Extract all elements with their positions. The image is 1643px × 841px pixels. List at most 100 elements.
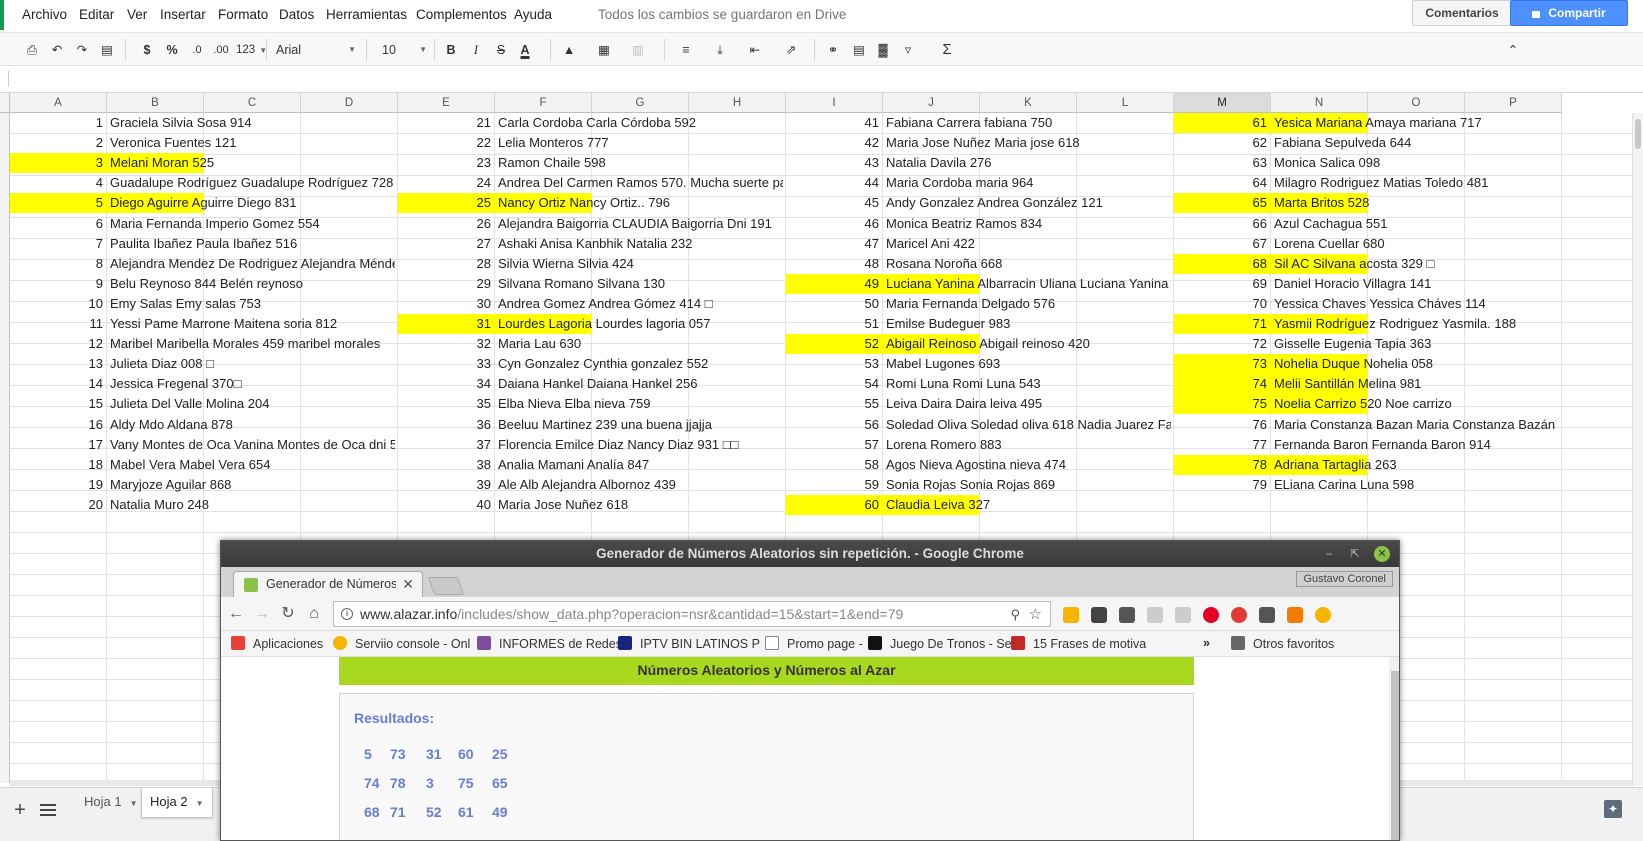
name-cell[interactable]: Yessica Chaves Yessica Cháves 114 bbox=[1274, 294, 1559, 314]
row-number-cell[interactable]: 73 bbox=[1174, 354, 1267, 374]
menu-insertar[interactable]: Insertar bbox=[160, 7, 206, 22]
row-number-cell[interactable]: 79 bbox=[1174, 475, 1267, 495]
row-number-cell[interactable]: 29 bbox=[398, 274, 491, 294]
name-cell[interactable]: Guadalupe Rodríguez Guadalupe Rodríguez … bbox=[110, 173, 395, 193]
column-header-k[interactable]: K bbox=[980, 93, 1077, 113]
forward-icon[interactable]: → bbox=[253, 605, 271, 623]
row-number-cell[interactable]: 34 bbox=[398, 374, 491, 394]
column-header-g[interactable]: G bbox=[592, 93, 689, 113]
row-number-cell[interactable]: 59 bbox=[786, 475, 879, 495]
more-formats-dropdown[interactable]: 123 ▼ bbox=[236, 39, 267, 61]
name-cell[interactable]: Ramon Chaile 598 bbox=[498, 153, 783, 173]
name-cell[interactable]: Julieta Del Valle Molina 204 bbox=[110, 394, 395, 414]
name-cell[interactable]: Analia Mamani Analía 847 bbox=[498, 455, 783, 475]
name-cell[interactable]: Daniel Horacio Villagra 141 bbox=[1274, 274, 1559, 294]
name-cell[interactable]: Carla Cordoba Carla Córdoba 592 bbox=[498, 113, 783, 133]
download-icon[interactable] bbox=[1259, 607, 1275, 623]
row-number-cell[interactable]: 66 bbox=[1174, 214, 1267, 234]
redo-icon[interactable]: ↷ bbox=[71, 39, 93, 61]
insert-link-icon[interactable]: ⚭ bbox=[822, 39, 844, 61]
text-wrapping-icon[interactable]: ⇤ bbox=[744, 39, 766, 61]
vertical-scrollbar[interactable] bbox=[1632, 113, 1643, 786]
row-number-cell[interactable]: 45 bbox=[786, 193, 879, 213]
name-cell[interactable]: Romi Luna Romi Luna 543 bbox=[886, 374, 1171, 394]
currency-format-button[interactable]: $ bbox=[136, 39, 158, 61]
name-cell[interactable]: Abigail Reinoso Abigail reinoso 420 bbox=[886, 334, 1171, 354]
name-cell[interactable]: Maryjoze Aguilar 868 bbox=[110, 475, 395, 495]
decrease-decimals-button[interactable]: .0 bbox=[186, 39, 208, 61]
row-number-cell[interactable]: 15 bbox=[10, 394, 103, 414]
column-header-c[interactable]: C bbox=[204, 93, 301, 113]
row-number-cell[interactable]: 52 bbox=[786, 334, 879, 354]
name-cell[interactable]: Maribel Maribella Morales 459 maribel mo… bbox=[110, 334, 395, 354]
row-number-cell[interactable]: 33 bbox=[398, 354, 491, 374]
merge-cells-icon[interactable]: ▥ bbox=[627, 39, 649, 61]
insert-comment-icon[interactable]: ▤ bbox=[848, 39, 870, 61]
row-number-cell[interactable]: 75 bbox=[1174, 394, 1267, 414]
row-number-cell[interactable]: 19 bbox=[10, 475, 103, 495]
name-cell[interactable]: Melani Moran 525 bbox=[110, 153, 395, 173]
row-number-cell[interactable]: 58 bbox=[786, 455, 879, 475]
row-number-cell[interactable]: 21 bbox=[398, 113, 491, 133]
menu-herramientas[interactable]: Herramientas bbox=[326, 7, 407, 22]
minimize-icon[interactable]: – bbox=[1321, 546, 1337, 562]
name-cell[interactable]: Lorena Cuellar 680 bbox=[1274, 234, 1559, 254]
name-cell[interactable]: Yesica Mariana Amaya mariana 717 bbox=[1274, 113, 1559, 133]
window-titlebar[interactable]: Generador de Números Aleatorios sin repe… bbox=[221, 541, 1399, 567]
row-number-cell[interactable]: 69 bbox=[1174, 274, 1267, 294]
fill-color-icon[interactable]: ▲ bbox=[558, 39, 580, 61]
settings-extension-icon[interactable] bbox=[1091, 607, 1107, 623]
name-cell[interactable]: Yasmii Rodríguez Rodriguez Yasmila. 188 bbox=[1274, 314, 1559, 334]
name-cell[interactable]: Melii Santillán Melina 981 bbox=[1274, 374, 1559, 394]
name-cell[interactable]: Monica Beatriz Ramos 834 bbox=[886, 214, 1171, 234]
row-number-cell[interactable]: 63 bbox=[1174, 153, 1267, 173]
row-number-cell[interactable]: 3 bbox=[10, 153, 103, 173]
row-number-cell[interactable]: 70 bbox=[1174, 294, 1267, 314]
collapse-toolbar-icon[interactable]: ⌃ bbox=[1502, 39, 1524, 61]
maximize-icon[interactable]: ⇱ bbox=[1347, 546, 1363, 562]
menu-formato[interactable]: Formato bbox=[218, 7, 268, 22]
profile-button[interactable]: Gustavo Coronel bbox=[1296, 571, 1393, 587]
explore-icon[interactable]: ✦ bbox=[1604, 800, 1622, 818]
row-number-cell[interactable]: 24 bbox=[398, 173, 491, 193]
borders-icon[interactable]: ▦ bbox=[593, 39, 615, 61]
comments-button[interactable]: Comentarios bbox=[1412, 0, 1512, 26]
name-cell[interactable]: Mabel Lugones 693 bbox=[886, 354, 1171, 374]
row-number-cell[interactable]: 42 bbox=[786, 133, 879, 153]
share-button[interactable]: Compartir bbox=[1510, 0, 1628, 26]
extension-icon-1[interactable] bbox=[1063, 607, 1079, 623]
row-number-cell[interactable]: 54 bbox=[786, 374, 879, 394]
name-cell[interactable]: Sil AC Silvana acosta 329 □ bbox=[1274, 254, 1559, 274]
row-number-cell[interactable]: 25 bbox=[398, 193, 491, 213]
name-cell[interactable]: Maria Jose Nuñez 618 bbox=[498, 495, 783, 515]
name-cell[interactable]: Milagro Rodriguez Matias Toledo 481 bbox=[1274, 173, 1559, 193]
other-bookmarks-folder[interactable]: Otros favoritos bbox=[1231, 636, 1334, 651]
back-icon[interactable]: ← bbox=[227, 605, 245, 623]
row-number-cell[interactable]: 43 bbox=[786, 153, 879, 173]
alert-icon[interactable] bbox=[1315, 607, 1331, 623]
new-tab-button[interactable] bbox=[427, 577, 465, 595]
name-cell[interactable]: Maria Cordoba maria 964 bbox=[886, 173, 1171, 193]
row-number-cell[interactable]: 12 bbox=[10, 334, 103, 354]
name-cell[interactable]: Veronica Fuentes 121 bbox=[110, 133, 395, 153]
row-number-cell[interactable]: 35 bbox=[398, 394, 491, 414]
bookmark-frases[interactable]: 15 Frases de motiva bbox=[1011, 636, 1146, 651]
row-number-cell[interactable]: 17 bbox=[10, 435, 103, 455]
bookmarks-overflow-icon[interactable]: » bbox=[1203, 636, 1210, 650]
save-status[interactable]: Todos los cambios se guardaron en Drive bbox=[598, 7, 846, 22]
row-number-cell[interactable]: 78 bbox=[1174, 455, 1267, 475]
row-number-cell[interactable]: 20 bbox=[10, 495, 103, 515]
row-number-cell[interactable]: 22 bbox=[398, 133, 491, 153]
name-cell[interactable]: Monica Salica 098 bbox=[1274, 153, 1559, 173]
name-cell[interactable]: Emilse Budeguer 983 bbox=[886, 314, 1171, 334]
row-number-cell[interactable]: 48 bbox=[786, 254, 879, 274]
row-number-cell[interactable]: 46 bbox=[786, 214, 879, 234]
menu-ver[interactable]: Ver bbox=[127, 7, 147, 22]
name-cell[interactable]: Daiana Hankel Daiana Hankel 256 bbox=[498, 374, 783, 394]
row-number-cell[interactable]: 37 bbox=[398, 435, 491, 455]
reload-icon[interactable]: ↻ bbox=[279, 605, 297, 623]
name-cell[interactable]: Marta Britos 528 bbox=[1274, 193, 1559, 213]
name-cell[interactable]: Ale Alb Alejandra Albornoz 439 bbox=[498, 475, 783, 495]
row-number-cell[interactable]: 71 bbox=[1174, 314, 1267, 334]
column-header-a[interactable]: A bbox=[10, 93, 107, 113]
